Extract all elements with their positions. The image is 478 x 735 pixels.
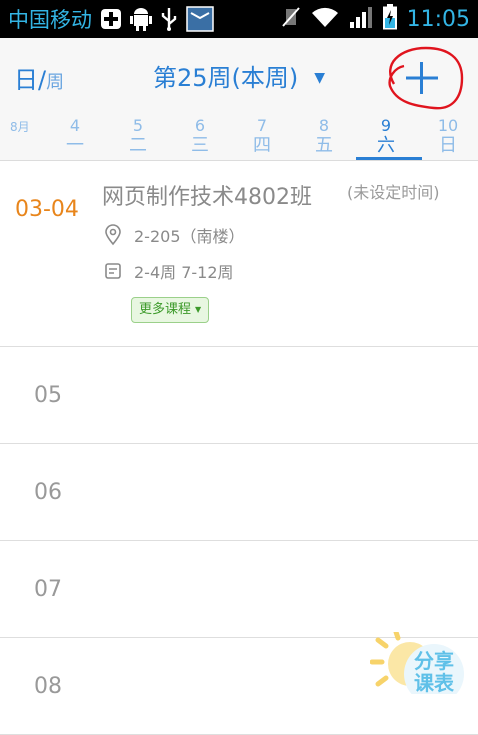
course-slot[interactable]: 03-04 网页制作技术4802班 (未设定时间) 2-205（南楼） 2-4周… [0, 161, 478, 347]
share-label: 分享 课表 [414, 650, 454, 694]
period-label: 03-04 [15, 197, 79, 222]
location-pin-icon [105, 224, 121, 246]
course-name: 网页制作技术4802班 [102, 185, 312, 210]
day-weekday: 四 [253, 135, 271, 156]
course-weeks: 2-4周 7-12周 [104, 259, 234, 283]
add-course-button[interactable] [382, 44, 464, 110]
day-sat[interactable]: 9 六 [358, 116, 414, 156]
clock: 11:05 [406, 6, 470, 32]
period-label: 06 [34, 480, 62, 505]
course-time-note: (未设定时间) [347, 183, 440, 202]
day-number: 10 [437, 116, 459, 135]
share-schedule-button[interactable]: 分享 课表 [369, 629, 478, 704]
day-number: 4 [69, 116, 81, 135]
location-text: 2-205（南楼） [134, 227, 245, 246]
empty-period-slot[interactable]: 06 [0, 444, 478, 541]
day-wed[interactable]: 6 三 [172, 116, 228, 156]
dropdown-triangle-icon: ▼ [195, 305, 202, 314]
day-weekday: 五 [315, 135, 333, 156]
day-weekday: 一 [66, 135, 84, 156]
add-notification-icon [100, 8, 122, 30]
day-weekday: 六 [377, 135, 395, 156]
usb-icon [160, 7, 178, 31]
period-label: 05 [34, 383, 62, 408]
day-fri[interactable]: 8 五 [296, 116, 352, 156]
caret-down-icon: ▼ [314, 70, 326, 86]
app-header: 日 / 周 第25周(本周) ▼ [0, 38, 478, 110]
day-weekday: 日 [439, 135, 457, 156]
carrier-name: 中国移动 [8, 8, 92, 32]
day-weekday: 三 [191, 135, 209, 156]
day-sun[interactable]: 10 日 [420, 116, 476, 156]
signal-icon [349, 6, 373, 32]
plus-icon [388, 46, 464, 110]
day-weekday: 二 [129, 135, 147, 156]
week-title: 第25周(本周) [152, 64, 299, 92]
day-number: 8 [318, 116, 330, 135]
weeks-text: 2-4周 7-12周 [134, 263, 234, 282]
empty-period-slot[interactable]: 07 [0, 541, 478, 638]
day-number: 9 [380, 116, 392, 135]
day-tue[interactable]: 5 二 [110, 116, 166, 156]
empty-period-slot[interactable]: 05 [0, 347, 478, 444]
status-bar: 中国移动 11:05 [0, 0, 478, 38]
day-number: 5 [132, 116, 144, 135]
share-label-line2: 课表 [414, 671, 454, 695]
selected-day-indicator [356, 157, 422, 160]
more-courses-button[interactable]: 更多课程 ▼ [131, 297, 210, 323]
day-thu[interactable]: 7 四 [234, 116, 290, 156]
share-label-line1: 分享 [414, 649, 454, 673]
wifi-icon [311, 6, 339, 32]
period-label: 08 [34, 674, 62, 699]
period-label: 07 [34, 577, 62, 602]
week-day-strip: 8月 4 一 5 二 6 三 7 四 8 五 9 六 10 日 [0, 110, 478, 161]
day-mon[interactable]: 4 一 [47, 116, 103, 156]
battery-charging-icon [382, 4, 397, 34]
day-number: 6 [194, 116, 206, 135]
android-debug-icon [130, 7, 152, 31]
day-number: 7 [256, 116, 268, 135]
course-location: 2-205（南楼） [104, 223, 245, 247]
app-notification-icon [186, 6, 214, 32]
month-label: 8月 [10, 120, 30, 134]
more-courses-label: 更多课程 [139, 302, 192, 317]
vibrate-mute-icon [281, 6, 301, 32]
calendar-note-icon [105, 263, 121, 279]
